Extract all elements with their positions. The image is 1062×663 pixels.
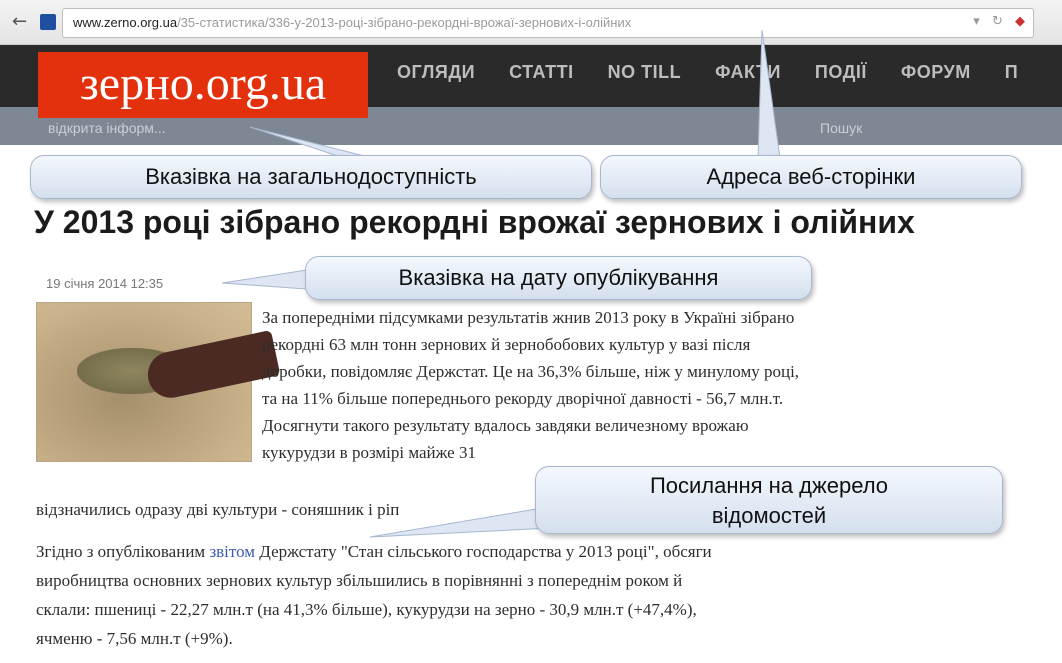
hand-shape — [143, 329, 281, 403]
nav-item-reviews[interactable]: ОГЛЯДИ — [397, 62, 475, 83]
article-paragraph-3: Згідно з опублікованим звітом Держстату … — [36, 537, 712, 653]
nav-item-articles[interactable]: СТАТТІ — [509, 62, 574, 83]
callout-public-access: Вказівка на загальнодоступність — [30, 155, 592, 199]
nav-item-events[interactable]: ПОДІЇ — [815, 62, 867, 83]
text-line: рекордні 63 млн тонн зернових й зернобоб… — [262, 335, 751, 354]
nav-item-no-till[interactable]: NO TILL — [608, 62, 682, 83]
browser-toolbar: ← www.zerno.org.ua/35-статистика/336-у-2… — [0, 0, 1062, 45]
nav-item-more[interactable]: П — [1005, 62, 1018, 83]
nav-item-forum[interactable]: ФОРУМ — [901, 62, 971, 83]
back-arrow-icon[interactable]: ← — [12, 12, 32, 32]
search-label[interactable]: Пошук — [820, 120, 862, 136]
text-line: Згідно з опублікованим звітом Держстату … — [36, 537, 712, 566]
text-line: склали: пшениці - 22,27 млн.т (на 41,3% … — [36, 600, 697, 619]
text-line: За попередніми підсумками результатів жн… — [262, 308, 795, 327]
report-link[interactable]: звітом — [209, 542, 255, 561]
text-line: та на 11% більше попереднього рекорду дв… — [262, 389, 784, 408]
site-logo[interactable]: зерно.org.ua — [38, 52, 368, 118]
extension-icon[interactable]: ◆ — [1015, 14, 1025, 29]
article-image — [36, 302, 281, 462]
text-line: кукурудзи в розмірі майже 31 — [262, 443, 476, 462]
url-text[interactable]: www.zerno.org.ua/35-статистика/336-у-201… — [73, 15, 631, 30]
address-bar-icons: ▾ ↻ ◆ — [965, 14, 1025, 29]
callout-source-link: Посилання на джерело відомостей — [535, 466, 1003, 534]
url-path: /35-статистика/336-у-2013-році-зібрано-р… — [177, 15, 632, 30]
text-line: Досягнути такого результату вдалось завд… — [262, 416, 749, 435]
reload-icon[interactable]: ↻ — [992, 14, 1003, 29]
publication-date: 19 січня 2014 12:35 — [46, 276, 164, 291]
address-bar[interactable]: www.zerno.org.ua/35-статистика/336-у-201… — [62, 8, 1034, 38]
article-paragraph-2: відзначились одразу дві культури - соняш… — [36, 500, 400, 519]
text-span: Держстату "Стан сільського господарства … — [255, 542, 712, 561]
text-span: Згідно з опублікованим — [36, 542, 210, 561]
site-favicon-icon — [40, 14, 56, 30]
dropdown-arrow-icon[interactable]: ▾ — [973, 14, 980, 29]
main-menu: ОГЛЯДИ СТАТТІ NO TILL ФАКТИ ПОДІЇ ФОРУМ … — [397, 62, 1018, 83]
url-domain: www.zerno.org.ua — [73, 15, 178, 30]
open-info-label: відкрита інформ... — [48, 120, 166, 136]
callout-pub-date: Вказівка на дату опублікування — [305, 256, 812, 300]
callout-web-address: Адреса веб-сторінки — [600, 155, 1022, 199]
article-headline: У 2013 році зібрано рекордні врожаї зерн… — [34, 204, 915, 240]
text-line: ячменю - 7,56 млн.т (+9%). — [36, 629, 233, 648]
callout-line: відомостей — [711, 503, 827, 528]
text-line: виробництва основних зернових культур зб… — [36, 571, 683, 590]
article-paragraph-1: За попередніми підсумками результатів жн… — [262, 304, 799, 466]
callout-line: Посилання на джерело — [649, 473, 889, 498]
text-line: доробки, повідомляє Держстат. Це на 36,3… — [262, 362, 800, 381]
nav-item-facts[interactable]: ФАКТИ — [715, 62, 781, 83]
